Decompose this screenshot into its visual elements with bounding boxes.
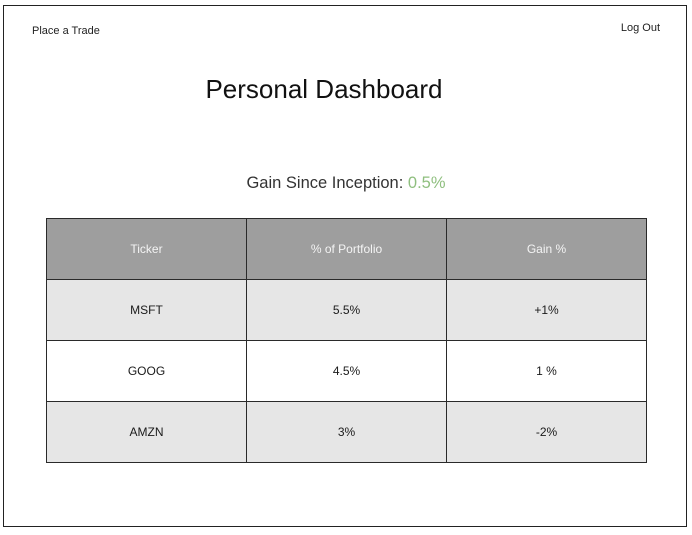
table-row: AMZN 3% -2% xyxy=(46,401,647,463)
gain-summary: Gain Since Inception: 0.5% xyxy=(4,174,688,193)
portfolio-pct-cell: 4.5% xyxy=(246,340,447,402)
column-header-gain-pct: Gain % xyxy=(446,218,647,280)
column-header-portfolio-pct: % of Portfolio xyxy=(246,218,447,280)
column-header-ticker: Ticker xyxy=(46,218,247,280)
gain-pct-cell: -2% xyxy=(446,401,647,463)
portfolio-pct-cell: 3% xyxy=(246,401,447,463)
dashboard-frame: Place a Trade Log Out Personal Dashboard… xyxy=(3,5,687,527)
place-trade-link[interactable]: Place a Trade xyxy=(32,25,100,37)
ticker-cell: AMZN xyxy=(46,401,247,463)
page-title: Personal Dashboard xyxy=(205,74,443,104)
gain-label: Gain Since Inception: xyxy=(246,174,408,192)
table-header-row: Ticker % of Portfolio Gain % xyxy=(46,218,647,280)
gain-value: 0.5% xyxy=(407,174,446,192)
table-row: MSFT 5.5% +1% xyxy=(46,279,647,341)
ticker-cell: MSFT xyxy=(46,279,247,341)
ticker-cell: GOOG xyxy=(46,340,247,402)
holdings-table: Ticker % of Portfolio Gain % MSFT 5.5% +… xyxy=(46,218,647,463)
gain-pct-cell: 1 % xyxy=(446,340,647,402)
gain-pct-cell: +1% xyxy=(446,279,647,341)
logout-link[interactable]: Log Out xyxy=(621,22,660,34)
table-row: GOOG 4.5% 1 % xyxy=(46,340,647,402)
portfolio-pct-cell: 5.5% xyxy=(246,279,447,341)
